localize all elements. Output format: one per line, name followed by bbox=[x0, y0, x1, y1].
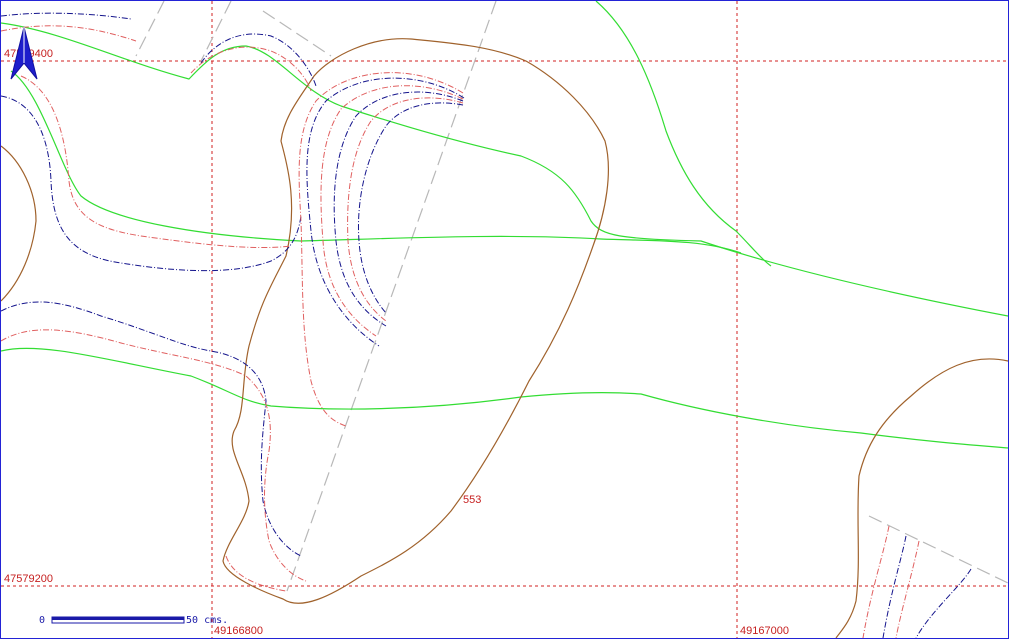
blue-line-top bbox=[1, 12, 132, 20]
red-arc-3 bbox=[347, 97, 464, 322]
blue-line-upper bbox=[200, 33, 317, 87]
contour-553 bbox=[222, 38, 609, 604]
elevation-contours bbox=[1, 38, 1008, 638]
blue-isobaths bbox=[1, 12, 972, 638]
red-line-left bbox=[20, 75, 292, 249]
green-contour-1 bbox=[1, 22, 1008, 317]
green-contour-3 bbox=[1, 347, 1008, 449]
scale-bar: 0 50 cms. bbox=[39, 615, 228, 626]
red-arc-2 bbox=[320, 85, 464, 337]
blue-line-lower-left bbox=[1, 301, 302, 557]
red-arc-1 bbox=[298, 72, 464, 427]
road-line-upper-left bbox=[135, 1, 165, 57]
road-lines bbox=[135, 1, 1008, 592]
scale-bar-end-label: 50 cms. bbox=[186, 615, 228, 626]
blue-arc-3 bbox=[358, 102, 464, 314]
contour-elevation-label: 553 bbox=[463, 494, 481, 506]
contour-left-edge bbox=[1, 145, 37, 302]
red-line-lower-left bbox=[1, 329, 307, 582]
blue-lower-right-1 bbox=[882, 535, 907, 638]
grid-labels: 47579400 47579200 49166800 49167000 bbox=[4, 48, 789, 637]
red-lower-right-2 bbox=[895, 540, 920, 638]
blue-lower-right-2 bbox=[915, 568, 972, 638]
easting-label-left: 49166800 bbox=[214, 625, 263, 637]
contour-lower-right bbox=[835, 358, 1008, 638]
map-svg: 47579400 47579200 49166800 49167000 553 … bbox=[1, 1, 1008, 638]
coordinate-grid bbox=[1, 1, 1008, 638]
red-isobaths bbox=[1, 25, 920, 638]
northing-label-bottom: 47579200 bbox=[4, 573, 53, 585]
red-lower-right-1 bbox=[862, 525, 890, 638]
scale-bar-fill bbox=[52, 617, 184, 620]
green-contours bbox=[1, 1, 1008, 449]
blue-arc-2 bbox=[333, 91, 464, 327]
map-canvas[interactable]: 47579400 47579200 49166800 49167000 553 … bbox=[0, 0, 1009, 639]
road-line-lower-right bbox=[868, 515, 1008, 584]
scale-bar-start-label: 0 bbox=[39, 615, 45, 626]
blue-arc-1 bbox=[306, 77, 465, 347]
green-contour-2 bbox=[10, 70, 742, 254]
green-contour-4 bbox=[595, 1, 772, 267]
easting-label-right: 49167000 bbox=[740, 625, 789, 637]
